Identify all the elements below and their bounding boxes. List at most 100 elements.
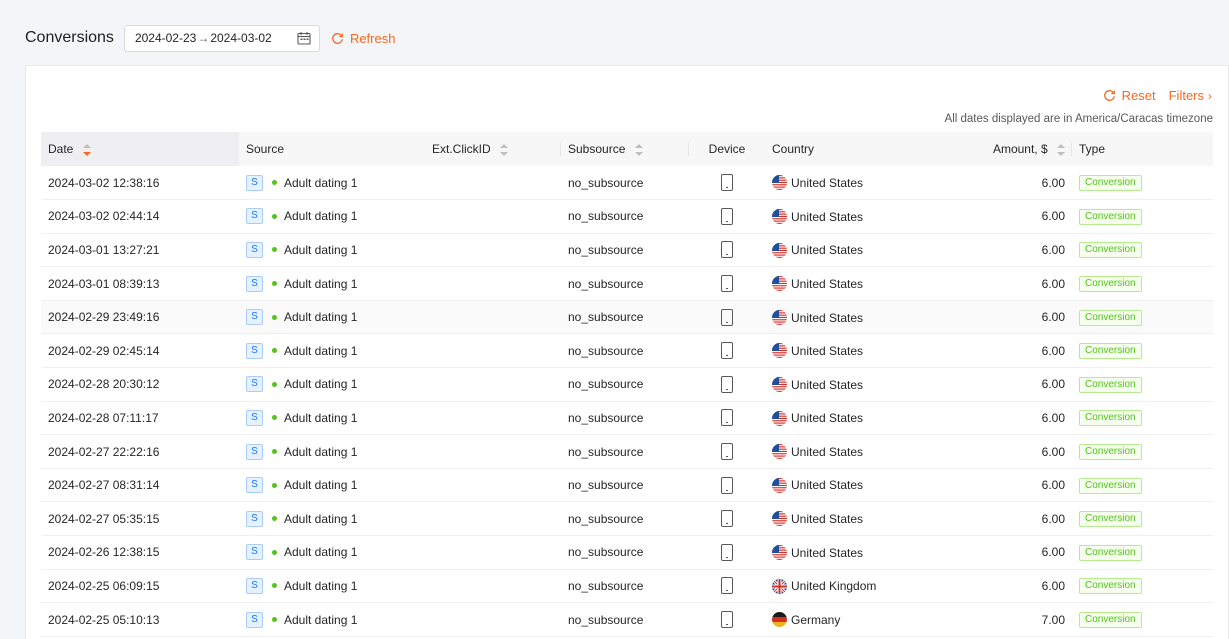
cell-date: 2024-02-28 20:30:12 bbox=[41, 367, 239, 402]
source-name[interactable]: Adult dating 1 bbox=[284, 613, 357, 627]
cell-type: Conversion bbox=[1072, 266, 1213, 301]
cell-subsource: no_subsource bbox=[561, 468, 689, 503]
type-badge: Conversion bbox=[1079, 410, 1142, 427]
date-range-picker[interactable]: 2024-02-23 → 2024-03-02 bbox=[123, 24, 320, 52]
us-flag-icon bbox=[772, 175, 787, 191]
source-badge: S bbox=[246, 241, 263, 258]
cell-device bbox=[689, 602, 765, 637]
table-header-row: Date Source Ext.ClickID Subsource Device… bbox=[41, 132, 1213, 166]
type-badge: Conversion bbox=[1079, 376, 1142, 393]
cell-type: Conversion bbox=[1072, 166, 1213, 201]
status-dot-icon bbox=[272, 516, 277, 522]
sort-icon[interactable] bbox=[82, 143, 91, 156]
conversions-table: Date Source Ext.ClickID Subsource Device… bbox=[41, 132, 1213, 637]
source-name[interactable]: Adult dating 1 bbox=[284, 344, 357, 358]
table-body: 2024-03-02 12:38:16 S Adult dating 1 no_sub… bbox=[41, 166, 1213, 637]
cell-type: Conversion bbox=[1072, 501, 1213, 537]
country-name: United States bbox=[791, 444, 864, 459]
calendar-icon[interactable] bbox=[297, 31, 311, 45]
table-row[interactable]: 2024-02-27 05:35:15 S Adult dating 1 no_sub… bbox=[41, 501, 1213, 537]
source-name[interactable]: Adult dating 1 bbox=[284, 512, 357, 526]
cell-source: S Adult dating 1 bbox=[239, 166, 425, 201]
table-row[interactable]: 2024-02-25 06:09:15 S Adult dating 1 no_sub… bbox=[41, 569, 1213, 604]
sort-icon[interactable] bbox=[634, 143, 643, 156]
cell-device bbox=[689, 468, 765, 503]
cell-ext-click-id bbox=[425, 367, 561, 402]
column-label-source: Source bbox=[246, 142, 285, 156]
cell-amount: 6.00 bbox=[940, 401, 1072, 436]
table-row[interactable]: 2024-03-01 13:27:21 S Adult dating 1 no_sub… bbox=[41, 233, 1213, 268]
refresh-icon bbox=[332, 32, 343, 44]
page-header: Conversions 2024-02-23 → 2024-03-02 Refr… bbox=[25, 24, 395, 52]
cell-type: Conversion bbox=[1072, 233, 1213, 268]
reset-button[interactable]: Reset bbox=[1103, 88, 1156, 103]
table-row[interactable]: 2024-02-25 05:10:13 S Adult dating 1 no_sub… bbox=[41, 602, 1213, 637]
source-badge: S bbox=[246, 275, 263, 292]
cell-date: 2024-02-25 06:09:15 bbox=[41, 569, 239, 604]
cell-amount: 6.00 bbox=[940, 569, 1072, 604]
column-header-source: Source bbox=[239, 132, 425, 166]
status-dot-icon bbox=[272, 213, 277, 219]
table-row[interactable]: 2024-03-02 02:44:14 S Adult dating 1 no_sub… bbox=[41, 199, 1213, 234]
cell-country: United States bbox=[765, 468, 940, 503]
cell-amount: 6.00 bbox=[940, 233, 1072, 268]
table-actions: Reset Filters › bbox=[1103, 88, 1212, 103]
cell-device bbox=[689, 434, 765, 469]
cell-device bbox=[689, 535, 765, 570]
sort-icon[interactable] bbox=[500, 143, 509, 156]
mobile-icon bbox=[721, 375, 733, 393]
table-row[interactable]: 2024-02-27 08:31:14 S Adult dating 1 no_sub… bbox=[41, 468, 1213, 503]
type-badge: Conversion bbox=[1079, 544, 1142, 561]
source-name[interactable]: Adult dating 1 bbox=[284, 445, 357, 459]
cell-amount: 6.00 bbox=[940, 266, 1072, 301]
column-header-date[interactable]: Date bbox=[41, 132, 239, 166]
status-dot-icon bbox=[272, 482, 277, 488]
column-header-ext-click-id[interactable]: Ext.ClickID bbox=[425, 132, 561, 166]
source-name[interactable]: Adult dating 1 bbox=[284, 310, 357, 324]
source-name[interactable]: Adult dating 1 bbox=[284, 579, 357, 593]
source-name[interactable]: Adult dating 1 bbox=[284, 209, 357, 223]
filters-button[interactable]: Filters › bbox=[1169, 88, 1212, 103]
cell-type: Conversion bbox=[1072, 367, 1213, 402]
date-end: 2024-03-02 bbox=[210, 31, 272, 45]
cell-subsource: no_subsource bbox=[561, 401, 689, 436]
column-header-subsource[interactable]: Subsource bbox=[561, 132, 689, 166]
us-flag-icon bbox=[772, 477, 787, 493]
cell-source: S Adult dating 1 bbox=[239, 602, 425, 637]
refresh-button[interactable]: Refresh bbox=[331, 31, 395, 46]
table-row[interactable]: 2024-03-01 08:39:13 S Adult dating 1 no_sub… bbox=[41, 266, 1213, 301]
type-badge: Conversion bbox=[1079, 343, 1142, 360]
source-name[interactable]: Adult dating 1 bbox=[284, 411, 357, 425]
column-label-date: Date bbox=[48, 142, 74, 156]
column-header-amount[interactable]: Amount, $ bbox=[940, 132, 1072, 166]
cell-ext-click-id bbox=[425, 569, 561, 604]
country-name: United States bbox=[791, 377, 864, 392]
cell-country: Germany bbox=[765, 602, 940, 637]
cell-source: S Adult dating 1 bbox=[239, 434, 425, 469]
table-row[interactable]: 2024-02-28 20:30:12 S Adult dating 1 no_sub… bbox=[41, 367, 1213, 402]
cell-subsource: no_subsource bbox=[561, 233, 689, 268]
source-badge: S bbox=[246, 342, 263, 359]
table-row[interactable]: 2024-02-29 23:49:16 S Adult dating 1 no_sub… bbox=[41, 300, 1213, 335]
cell-ext-click-id bbox=[425, 468, 561, 503]
source-name[interactable]: Adult dating 1 bbox=[284, 377, 357, 391]
source-name[interactable]: Adult dating 1 bbox=[284, 545, 357, 559]
country-name: United States bbox=[791, 478, 864, 493]
source-name[interactable]: Adult dating 1 bbox=[284, 277, 357, 291]
cell-date: 2024-02-29 23:49:16 bbox=[41, 300, 239, 335]
source-name[interactable]: Adult dating 1 bbox=[284, 176, 357, 190]
table-row[interactable]: 2024-02-29 02:45:14 S Adult dating 1 no_sub… bbox=[41, 333, 1213, 369]
source-name[interactable]: Adult dating 1 bbox=[284, 243, 357, 257]
conversions-panel: Reset Filters › All dates displayed are … bbox=[25, 65, 1229, 639]
sort-icon[interactable] bbox=[1057, 143, 1065, 156]
country-name: United States bbox=[791, 411, 864, 426]
source-name[interactable]: Adult dating 1 bbox=[284, 478, 357, 492]
cell-source: S Adult dating 1 bbox=[239, 401, 425, 436]
table-row[interactable]: 2024-02-27 22:22:16 S Adult dating 1 no_sub… bbox=[41, 434, 1213, 469]
table-row[interactable]: 2024-03-02 12:38:16 S Adult dating 1 no_sub… bbox=[41, 166, 1213, 201]
table-row[interactable]: 2024-02-26 12:38:15 S Adult dating 1 no_sub… bbox=[41, 535, 1213, 570]
us-flag-icon bbox=[772, 410, 787, 426]
cell-amount: 6.00 bbox=[940, 501, 1072, 537]
column-label-subsource: Subsource bbox=[568, 142, 626, 156]
table-row[interactable]: 2024-02-28 07:11:17 S Adult dating 1 no_sub… bbox=[41, 401, 1213, 436]
